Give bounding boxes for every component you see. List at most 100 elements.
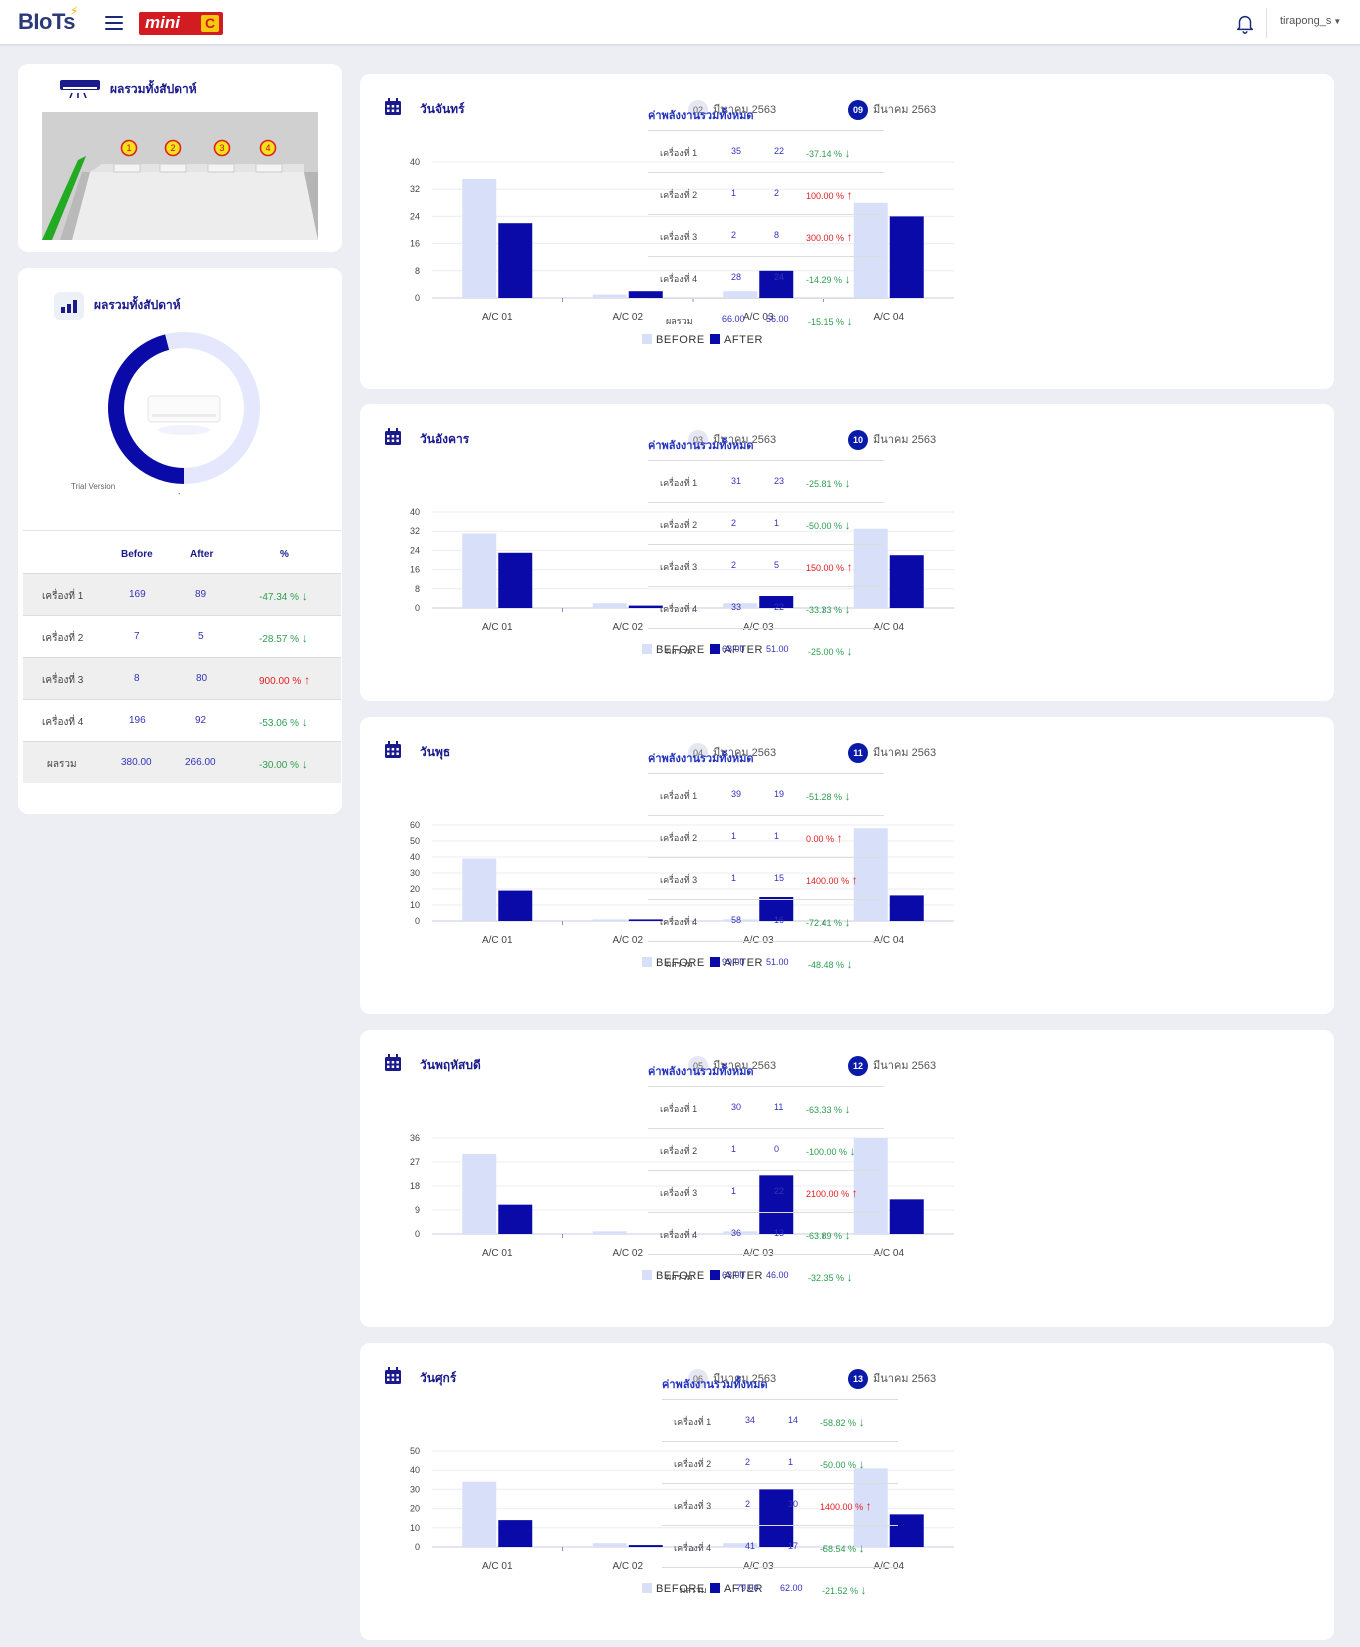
room-card-title: ผลรวมทั้งสัปดาห์ bbox=[110, 82, 197, 96]
bar-before[interactable] bbox=[462, 1481, 497, 1547]
arrow-up-icon: ↑ bbox=[304, 673, 311, 687]
arrow-down-icon: ↓ bbox=[844, 1228, 851, 1242]
after-date-text: มีนาคม 2563 bbox=[873, 1060, 937, 1072]
bar-after[interactable] bbox=[628, 1545, 663, 1547]
y-tick-label: 9 bbox=[415, 1205, 420, 1215]
summary-after: 56.00 bbox=[766, 314, 789, 324]
summary-label: ผลรวม bbox=[680, 1585, 707, 1595]
bar-before[interactable] bbox=[592, 294, 627, 298]
bar-after[interactable] bbox=[498, 1520, 533, 1547]
unit-marker-2[interactable]: 2 bbox=[170, 143, 175, 153]
menu-toggle-icon[interactable] bbox=[105, 16, 123, 30]
summary-before: 1 bbox=[731, 1186, 737, 1196]
percent-sign: % bbox=[836, 563, 845, 573]
row-label: ผลรวม bbox=[47, 759, 77, 770]
calendar-icon bbox=[385, 98, 401, 115]
percent-sign: % bbox=[836, 233, 845, 243]
y-tick-label: 27 bbox=[410, 1157, 420, 1167]
summary-label: เครื่องที่ 1 bbox=[660, 1104, 698, 1114]
summary-after: 1 bbox=[774, 518, 780, 528]
summary-label: ผลรวม bbox=[666, 316, 693, 326]
y-tick-label: 0 bbox=[415, 1542, 420, 1552]
row-before: 169 bbox=[129, 589, 146, 600]
summary-percent: 1400.00 bbox=[820, 1502, 853, 1512]
bar-after[interactable] bbox=[889, 555, 924, 608]
y-tick-label: 24 bbox=[410, 545, 420, 555]
bar-before[interactable] bbox=[592, 1231, 627, 1234]
room-card: ผลรวมทั้งสัปดาห์ 1 2 3 4 bbox=[18, 64, 342, 252]
summary-label: เครื่องที่ 3 bbox=[660, 875, 698, 885]
percent-sign: % bbox=[836, 317, 845, 327]
bar-after[interactable] bbox=[498, 223, 533, 298]
unit-marker-1[interactable]: 1 bbox=[126, 143, 131, 153]
summary-percent: -48.48 bbox=[808, 960, 834, 970]
summary-percent: -21.52 bbox=[822, 1586, 848, 1596]
y-tick-label: 8 bbox=[415, 584, 420, 594]
bar-after[interactable] bbox=[498, 890, 533, 921]
unit-marker-3[interactable]: 3 bbox=[219, 143, 224, 153]
percent-sign: % bbox=[850, 1586, 859, 1596]
summary-percent: -32.35 bbox=[808, 1273, 834, 1283]
app-logo[interactable]: BIoTs ⚡ bbox=[18, 4, 78, 35]
bar-before[interactable] bbox=[462, 533, 497, 608]
notification-bell-icon[interactable] bbox=[1234, 12, 1256, 34]
arrow-up-icon: ↑ bbox=[836, 831, 843, 845]
legend-before-swatch[interactable] bbox=[642, 1583, 652, 1593]
summary-label: เครื่องที่ 3 bbox=[674, 1501, 712, 1511]
bar-after[interactable] bbox=[889, 1199, 924, 1234]
summary-label: เครื่องที่ 3 bbox=[660, 232, 698, 242]
summary-label: เครื่องที่ 3 bbox=[660, 1188, 698, 1198]
summary-before: 2 bbox=[731, 518, 737, 528]
summary-row: เครื่องที่ 2 2 1 -50.00 % ↓ bbox=[648, 502, 884, 544]
bar-before[interactable] bbox=[462, 1154, 497, 1234]
bar-after[interactable] bbox=[889, 895, 924, 921]
day-name: วันพฤหัสบดี bbox=[420, 1058, 481, 1072]
percent-sign: % bbox=[836, 1273, 845, 1283]
weekly-summary-card: ผลรวมทั้งสัปดาห์ Trial Version ` Before … bbox=[18, 268, 342, 814]
y-tick-label: 32 bbox=[410, 526, 420, 536]
y-tick-label: 36 bbox=[410, 1133, 420, 1143]
summary-row: เครื่องที่ 1 34 14 -58.82 % ↓ bbox=[662, 1399, 898, 1441]
summary-row: เครื่องที่ 1 39 19 -51.28 % ↓ bbox=[648, 773, 884, 815]
unit-marker-4[interactable]: 4 bbox=[265, 143, 270, 153]
summary-label: เครื่องที่ 2 bbox=[660, 190, 698, 200]
summary-label: เครื่องที่ 1 bbox=[660, 791, 698, 801]
summary-before: 28 bbox=[731, 272, 742, 282]
summary-row: เครื่องที่ 2 1 0 -100.00 % ↓ bbox=[648, 1128, 884, 1170]
energy-summary-title: ค่าพลังงานรวมทั้งหมด bbox=[648, 440, 754, 452]
summary-percent: -58.54 bbox=[820, 1544, 846, 1554]
summary-before: 2 bbox=[745, 1499, 751, 1509]
summary-label: เครื่องที่ 4 bbox=[660, 604, 698, 614]
day-card-3: วันพุธ 04 มีนาคม 2563 11 มีนาคม 2563 0 10 20… bbox=[360, 717, 1334, 1014]
percent-sign: % bbox=[834, 1105, 843, 1115]
user-menu[interactable]: tirapong_s ▼ bbox=[1280, 15, 1341, 27]
y-tick-label: 40 bbox=[410, 852, 420, 862]
bar-after[interactable] bbox=[498, 1204, 533, 1234]
x-category-label: A/C 01 bbox=[482, 1561, 513, 1572]
summary-label: เครื่องที่ 2 bbox=[674, 1459, 712, 1469]
summary-before: 68.00 bbox=[722, 644, 745, 654]
arrow-down-icon: ↓ bbox=[844, 1102, 851, 1116]
donut-tick-text: ` bbox=[178, 492, 181, 502]
y-tick-label: 20 bbox=[410, 1504, 420, 1514]
summary-before: 35 bbox=[731, 146, 742, 156]
bar-before[interactable] bbox=[592, 603, 627, 608]
bar-after[interactable] bbox=[889, 216, 924, 298]
energy-summary-table: เครื่องที่ 1 30 11 -63.33 % ↓ เครื่องที่ 2 1 0… bbox=[648, 1086, 884, 1296]
bar-before[interactable] bbox=[592, 919, 627, 921]
bar-before[interactable] bbox=[462, 179, 497, 298]
summary-before: 36 bbox=[731, 1228, 742, 1238]
summary-after: 22 bbox=[774, 146, 785, 156]
brand-logo-text: mini bbox=[145, 13, 180, 32]
row-label: เครื่องที่ 1 bbox=[42, 591, 84, 602]
summary-percent: -63.89 bbox=[806, 1231, 832, 1241]
summary-after: 5 bbox=[774, 560, 780, 570]
summary-label: เครื่องที่ 4 bbox=[674, 1543, 712, 1553]
bar-after[interactable] bbox=[498, 552, 533, 608]
summary-after: 11 bbox=[774, 1102, 784, 1112]
bar-before[interactable] bbox=[462, 858, 497, 921]
summary-after: 22 bbox=[774, 1186, 785, 1196]
summary-row: เครื่องที่ 3 2 8 300.00 % ↑ bbox=[648, 214, 884, 256]
bar-before[interactable] bbox=[592, 1543, 627, 1547]
energy-summary-table: เครื่องที่ 1 31 23 -25.81 % ↓ เครื่องที่ 2 2 1… bbox=[648, 460, 884, 670]
